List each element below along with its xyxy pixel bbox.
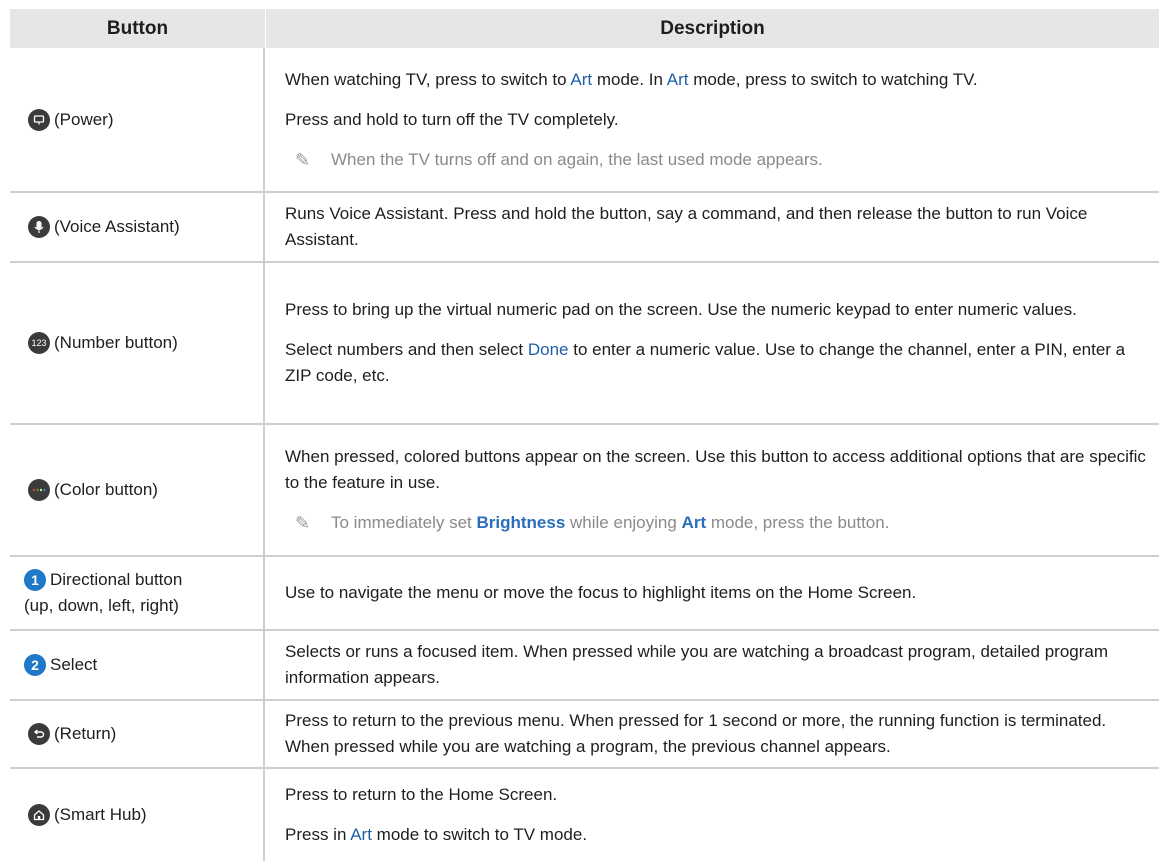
- number-2-icon: 2: [24, 654, 46, 676]
- button-label: Directional button: [50, 570, 183, 589]
- button-cell: (Power): [10, 48, 265, 191]
- description-cell: When watching TV, press to switch to Art…: [265, 48, 1159, 191]
- description-text: Select numbers and then select Done to e…: [285, 340, 1126, 385]
- button-label: (Voice Assistant): [54, 217, 180, 236]
- description-text: Press in Art mode to switch to TV mode.: [285, 825, 588, 844]
- description-text: Use to navigate the menu or move the foc…: [285, 583, 917, 602]
- pencil-icon: ✎: [295, 513, 311, 533]
- table-row: (Voice Assistant) Runs Voice Assistant. …: [10, 193, 1159, 263]
- pencil-icon: ✎: [295, 149, 311, 170]
- description-cell: Runs Voice Assistant. Press and hold the…: [265, 193, 1159, 261]
- button-label: (Power): [54, 109, 114, 129]
- header-description: Description: [660, 17, 765, 39]
- description-text: Press to bring up the virtual numeric pa…: [285, 300, 1077, 319]
- button-cell: 1 Directional button (up, down, left, ri…: [10, 557, 265, 629]
- description-text: Runs Voice Assistant. Press and hold the…: [285, 204, 1088, 249]
- note: ✎ To immediately set Brightness while enj…: [285, 510, 1147, 536]
- table-header: Button Description: [10, 0, 1159, 48]
- button-label-sub: (up, down, left, right): [24, 596, 179, 615]
- note: ✎ When the TV turns off and on again, the…: [285, 147, 1147, 173]
- remote-button-table: Button Description (Power) When watching…: [10, 0, 1159, 861]
- button-cell: 2 Select: [10, 631, 265, 699]
- description-cell: Press to bring up the virtual numeric pa…: [265, 263, 1159, 423]
- microphone-icon: [28, 216, 50, 238]
- button-label: (Color button): [54, 480, 158, 499]
- description-cell: When pressed, colored buttons appear on …: [265, 425, 1159, 555]
- table-row: 123 (Number button) Press to bring up th…: [10, 263, 1159, 425]
- table-row: (Return) Press to return to the previous…: [10, 701, 1159, 769]
- button-label: (Smart Hub): [54, 805, 147, 824]
- description-cell: Press to return to the previous menu. Wh…: [265, 701, 1159, 767]
- color-button-icon: [28, 479, 50, 501]
- button-label: Select: [50, 655, 98, 674]
- table-row: (Power) When watching TV, press to switc…: [10, 48, 1159, 193]
- description-cell: Use to navigate the menu or move the foc…: [265, 557, 1159, 629]
- button-cell: (Return): [10, 701, 265, 767]
- table-row: (Smart Hub) Press to return to the Home …: [10, 769, 1159, 861]
- description-text: Press to return to the previous menu. Wh…: [285, 711, 1107, 756]
- description-text: When pressed, colored buttons appear on …: [285, 447, 1146, 492]
- table-row: 1 Directional button (up, down, left, ri…: [10, 557, 1159, 631]
- button-cell: (Color button): [10, 425, 265, 555]
- home-icon: [28, 804, 50, 826]
- button-cell: (Voice Assistant): [10, 193, 265, 261]
- button-cell: (Smart Hub): [10, 769, 265, 861]
- button-label: (Number button): [54, 333, 178, 352]
- description-text: Press and hold to turn off the TV comple…: [285, 109, 619, 129]
- description-text: Selects or runs a focused item. When pre…: [285, 642, 1109, 687]
- description-cell: Press to return to the Home Screen. Pres…: [265, 769, 1159, 861]
- number-1-icon: 1: [24, 569, 46, 591]
- button-cell: 123 (Number button): [10, 263, 265, 423]
- description-text: Press to return to the Home Screen.: [285, 785, 558, 804]
- return-icon: [28, 723, 50, 745]
- button-label: (Return): [54, 724, 117, 743]
- table-row: (Color button) When pressed, colored but…: [10, 425, 1159, 557]
- description-text: When watching TV, press to switch to Art…: [285, 69, 978, 89]
- header-button: Button: [10, 9, 266, 48]
- table-row: 2 Select Selects or runs a focused item.…: [10, 631, 1159, 701]
- power-icon: [28, 108, 50, 131]
- number-pad-icon: 123: [28, 332, 50, 354]
- description-cell: Selects or runs a focused item. When pre…: [265, 631, 1159, 699]
